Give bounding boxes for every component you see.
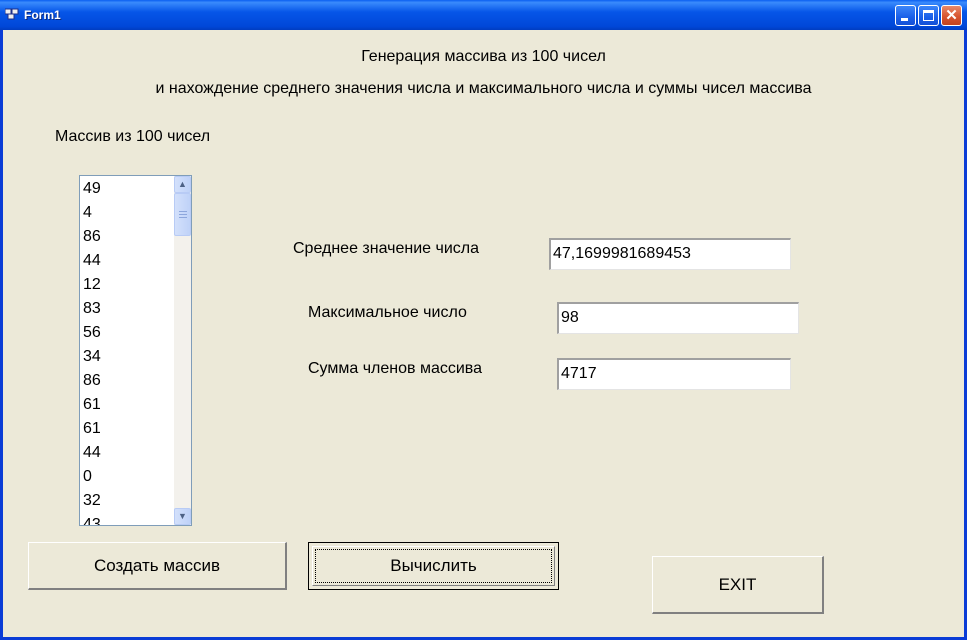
title-bar[interactable]: Form1 ✕	[0, 0, 967, 30]
max-label: Максимальное число	[308, 304, 467, 321]
scroll-up-button[interactable]: ▲	[174, 176, 191, 193]
array-list-items: 49 4 86 44 12 83 56 34 86 61 61 44 0 32 …	[83, 178, 173, 525]
list-item[interactable]: 61	[83, 394, 173, 418]
heading-line-1: Генерация массива из 100 чисел	[361, 48, 606, 65]
create-array-button[interactable]: Создать массив	[28, 542, 287, 590]
list-item[interactable]: 86	[83, 226, 173, 250]
minimize-icon	[901, 18, 908, 21]
list-item[interactable]: 4	[83, 202, 173, 226]
list-item[interactable]: 12	[83, 274, 173, 298]
array-list-caption: Массив из 100 чисел	[55, 128, 211, 145]
list-item[interactable]: 44	[83, 442, 173, 466]
chevron-up-icon: ▲	[178, 179, 187, 189]
list-item[interactable]: 34	[83, 346, 173, 370]
create-array-label: Создать массив	[94, 556, 220, 575]
chevron-down-icon: ▼	[178, 511, 187, 521]
list-item[interactable]: 0	[83, 466, 173, 490]
window-title: Form1	[24, 8, 61, 22]
heading-line-2: и нахождение среднего значения числа и м…	[155, 80, 812, 97]
sum-label: Сумма членов массива	[308, 360, 483, 377]
list-item[interactable]: 61	[83, 418, 173, 442]
maximize-icon	[923, 10, 934, 21]
list-item[interactable]: 43	[83, 514, 173, 525]
list-scrollbar[interactable]: ▲ ▼	[174, 176, 191, 525]
compute-button[interactable]: Вычислить	[308, 542, 559, 590]
minimize-button[interactable]	[895, 5, 916, 26]
exit-button[interactable]: EXIT	[652, 556, 824, 614]
grip-line	[179, 214, 187, 215]
array-listbox[interactable]: 49 4 86 44 12 83 56 34 86 61 61 44 0 32 …	[79, 175, 192, 526]
scroll-thumb[interactable]	[174, 193, 191, 236]
close-button[interactable]: ✕	[941, 5, 962, 26]
grip-line	[179, 211, 187, 212]
list-item[interactable]: 56	[83, 322, 173, 346]
list-item[interactable]: 44	[83, 250, 173, 274]
max-field[interactable]: 98	[557, 302, 799, 334]
list-item[interactable]: 49	[83, 178, 173, 202]
sum-field[interactable]: 4717	[557, 358, 791, 390]
close-icon: ✕	[945, 7, 958, 24]
main-window: Form1 ✕ Генерация массива из 100 чисел и…	[0, 0, 967, 640]
app-icon	[5, 8, 19, 20]
exit-label: EXIT	[718, 575, 757, 594]
list-item[interactable]: 86	[83, 370, 173, 394]
list-item[interactable]: 32	[83, 490, 173, 514]
scroll-down-button[interactable]: ▼	[174, 508, 191, 525]
list-item[interactable]: 83	[83, 298, 173, 322]
maximize-button[interactable]	[918, 5, 939, 26]
average-field[interactable]: 47,1699981689453	[549, 238, 791, 270]
compute-label: Вычислить	[390, 556, 477, 575]
grip-line	[179, 217, 187, 218]
average-label: Среднее значение числа	[293, 240, 479, 257]
